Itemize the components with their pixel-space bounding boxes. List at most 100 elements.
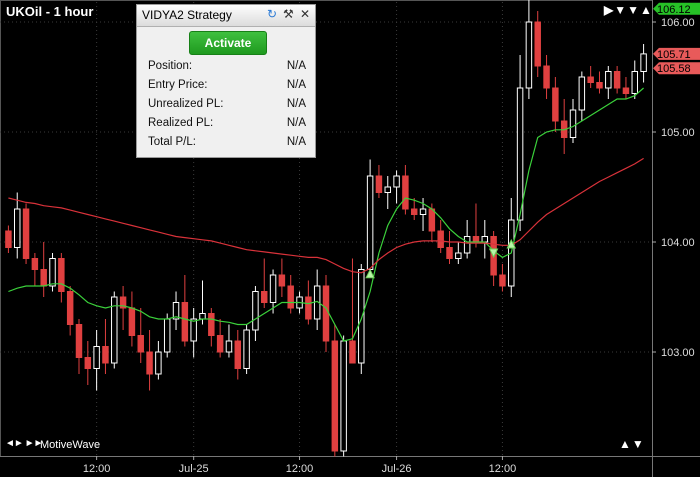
candle-bearish (287, 285, 294, 309)
candle-bullish (640, 53, 647, 73)
candle-bearish (349, 340, 356, 364)
candle-bullish (199, 313, 206, 320)
activate-button[interactable]: Activate (189, 31, 267, 55)
candle-bullish (93, 346, 100, 369)
candle-bearish (499, 274, 506, 287)
total-pl-row: Total P/L: N/A (148, 136, 306, 148)
chart-title: UKOil - 1 hour (6, 4, 94, 19)
candle-bullish (631, 71, 639, 94)
candle-bearish (146, 351, 153, 375)
candle-bearish (58, 258, 65, 292)
candle-bearish (596, 82, 603, 89)
arrow-down-icon[interactable]: ▼ (627, 3, 640, 17)
price-badge-label: 105.58 (657, 63, 691, 75)
y-tick-label: 106.00 (661, 17, 695, 29)
scroll-arrows[interactable]: ◄► ►► (5, 438, 43, 449)
candle-bearish (40, 269, 47, 287)
candle-bullish (49, 258, 56, 287)
wrench-icon[interactable]: ⚒ (283, 7, 294, 21)
candle-bearish (375, 175, 383, 193)
candle-bullish (163, 318, 171, 353)
total-pl-value: N/A (286, 136, 306, 148)
arrow-down-icon[interactable]: ▼ (632, 437, 645, 451)
arrow-down-icon[interactable]: ▼ (614, 3, 627, 17)
candle-bearish (75, 324, 83, 358)
x-tick-label: Jul-26 (382, 463, 412, 475)
price-badge-label: 106.12 (657, 4, 691, 16)
arrow-right-icon[interactable]: ▶ (604, 3, 614, 17)
price-chart[interactable]: 103.00 104.00 105.00 106.00 12:00 Jul-25 12:00… (0, 0, 700, 477)
x-tick-label: 12:00 (489, 463, 517, 475)
candle-bearish (181, 302, 189, 342)
candle-bearish (102, 346, 109, 364)
price-badge-label: 105.71 (657, 49, 691, 61)
plot-frame (0, 0, 653, 457)
y-tick-label: 105.00 (661, 127, 695, 139)
realized-pl-row: Realized PL: N/A (148, 117, 306, 129)
candle-bearish (66, 291, 74, 325)
candle-bearish (216, 335, 224, 353)
chart-nav-arrows-top[interactable]: ▶▼▼▲ (604, 3, 653, 17)
candle-bearish (613, 71, 621, 89)
candle-bearish (234, 340, 242, 369)
candle-bullish (516, 87, 524, 221)
candle-bearish (587, 76, 594, 83)
candle-bullish (225, 340, 233, 353)
strategy-panel-header[interactable]: VIDYA2 Strategy ↻ ⚒ ✕ (137, 5, 315, 27)
slow-average-line (8, 157, 644, 274)
x-tick-label: 12:00 (83, 463, 111, 475)
candle-bullish (463, 236, 471, 254)
entry-price-row: Entry Price: N/A (148, 79, 306, 91)
candle-bearish (410, 208, 418, 215)
candle-bullish (525, 21, 533, 89)
arrow-up-icon[interactable]: ▲ (619, 437, 632, 451)
arrow-up-icon[interactable]: ▲ (640, 3, 653, 17)
candle-bullish (455, 252, 462, 259)
candle-bullish (269, 274, 277, 303)
chart-nav-arrows-bottom[interactable]: ▲▼ (619, 437, 645, 451)
entry-price-label: Entry Price: (148, 79, 208, 91)
unrealized-pl-value: N/A (286, 98, 306, 110)
x-tick-label: Jul-25 (179, 463, 209, 475)
candle-bullish (569, 109, 577, 138)
candle-bearish (472, 236, 480, 243)
strategy-panel-title: VIDYA2 Strategy (142, 8, 232, 22)
candle-bearish (428, 208, 436, 232)
double-arrow-icon[interactable]: ◄► (5, 438, 24, 449)
buy-signal-marker (365, 268, 375, 279)
candle-bearish (208, 313, 215, 336)
unrealized-pl-label: Unrealized PL: (148, 98, 224, 110)
position-row: Position: N/A (148, 60, 306, 72)
candle-bullish (358, 269, 365, 364)
brand-label: MotiveWave (40, 439, 101, 451)
candle-bullish (340, 340, 347, 452)
candle-bullish (366, 175, 374, 270)
candle-bearish (305, 296, 312, 320)
position-value: N/A (286, 60, 306, 72)
y-tick-label: 104.00 (661, 237, 695, 249)
candle-bullish (155, 351, 162, 375)
candle-bearish (331, 340, 339, 452)
candle-bearish (278, 274, 286, 287)
strategy-panel[interactable]: VIDYA2 Strategy ↻ ⚒ ✕ Activate Position:… (136, 4, 316, 158)
candle-bearish (402, 175, 409, 210)
candle-bearish (552, 87, 559, 122)
candle-bearish (534, 21, 541, 67)
candle-bearish (31, 258, 39, 270)
entry-price-value: N/A (286, 79, 306, 91)
candle-bearish (128, 307, 136, 336)
candle-bullish (393, 175, 400, 188)
candle-bearish (437, 230, 444, 248)
realized-pl-value: N/A (286, 117, 306, 129)
candle-bullish (13, 208, 21, 248)
candle-bearish (446, 247, 453, 259)
close-icon[interactable]: ✕ (300, 7, 310, 21)
refresh-icon[interactable]: ↻ (267, 7, 277, 21)
candle-bearish (22, 208, 30, 259)
candle-bullish (243, 329, 250, 369)
candle-bullish (190, 318, 197, 342)
unrealized-pl-row: Unrealized PL: N/A (148, 98, 306, 110)
candle-bearish (543, 65, 550, 89)
position-label: Position: (148, 60, 193, 72)
y-tick-label: 103.00 (661, 347, 695, 359)
